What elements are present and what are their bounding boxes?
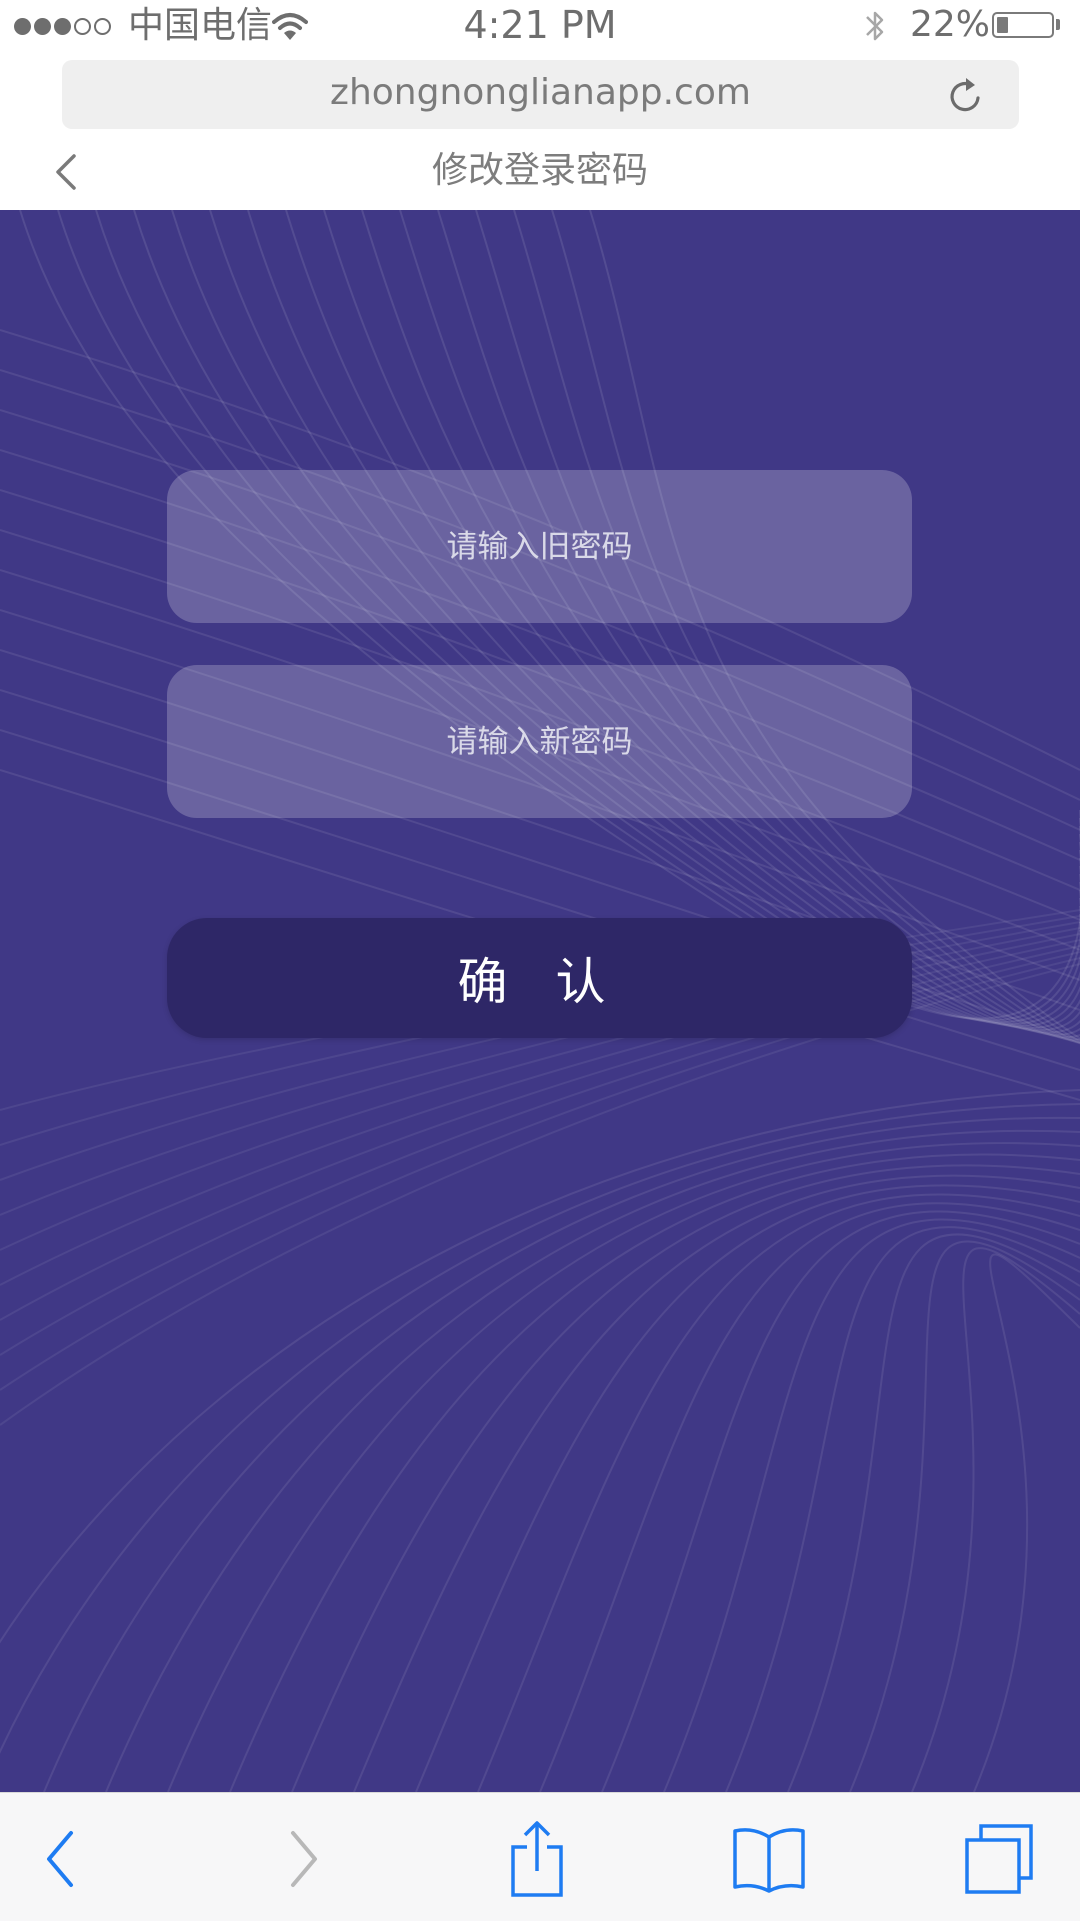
wave-line [229,1153,1080,1792]
wave-line [601,1210,1080,1792]
new-password-field[interactable] [167,664,912,819]
wave-line [973,1253,1080,1792]
reload-icon[interactable] [947,75,985,119]
confirm-button[interactable]: 确 认 [167,918,912,1038]
wave-line [399,210,1080,1041]
battery-percent: 22% [910,4,991,45]
bluetooth-icon [862,6,888,55]
status-bar: 中国电信 4:21 PM 22% [0,0,1080,52]
address-bar[interactable]: zhongnonglianapp.com [62,60,1019,129]
battery-icon [992,12,1054,38]
share-icon[interactable] [492,1817,582,1901]
new-password-input[interactable] [167,664,912,819]
wave-line [663,1218,1080,1792]
old-password-input[interactable] [167,469,912,624]
wave-line [167,1142,1080,1792]
url-text[interactable]: zhongnonglianapp.com [62,60,1019,126]
wave-line [353,1174,1080,1792]
back-arrow-icon[interactable] [16,1817,106,1901]
tabs-icon[interactable] [954,1817,1044,1901]
page-title: 修改登录密码 [431,150,648,191]
browser-toolbar [0,1792,1080,1921]
page-header: 修改登录密码 [0,132,1080,211]
wave-line [911,1247,1080,1792]
bookmarks-icon[interactable] [724,1817,814,1901]
main-content: 确 认 [0,210,1080,1792]
battery-tip [1056,19,1060,30]
wave-line [787,1233,1080,1792]
wave-line [105,1129,1080,1792]
forward-arrow-icon[interactable] [258,1817,348,1901]
wave-line [477,1193,1080,1792]
battery-level-fill [997,17,1008,33]
wave-line [539,1202,1080,1792]
old-password-field[interactable] [167,469,912,624]
